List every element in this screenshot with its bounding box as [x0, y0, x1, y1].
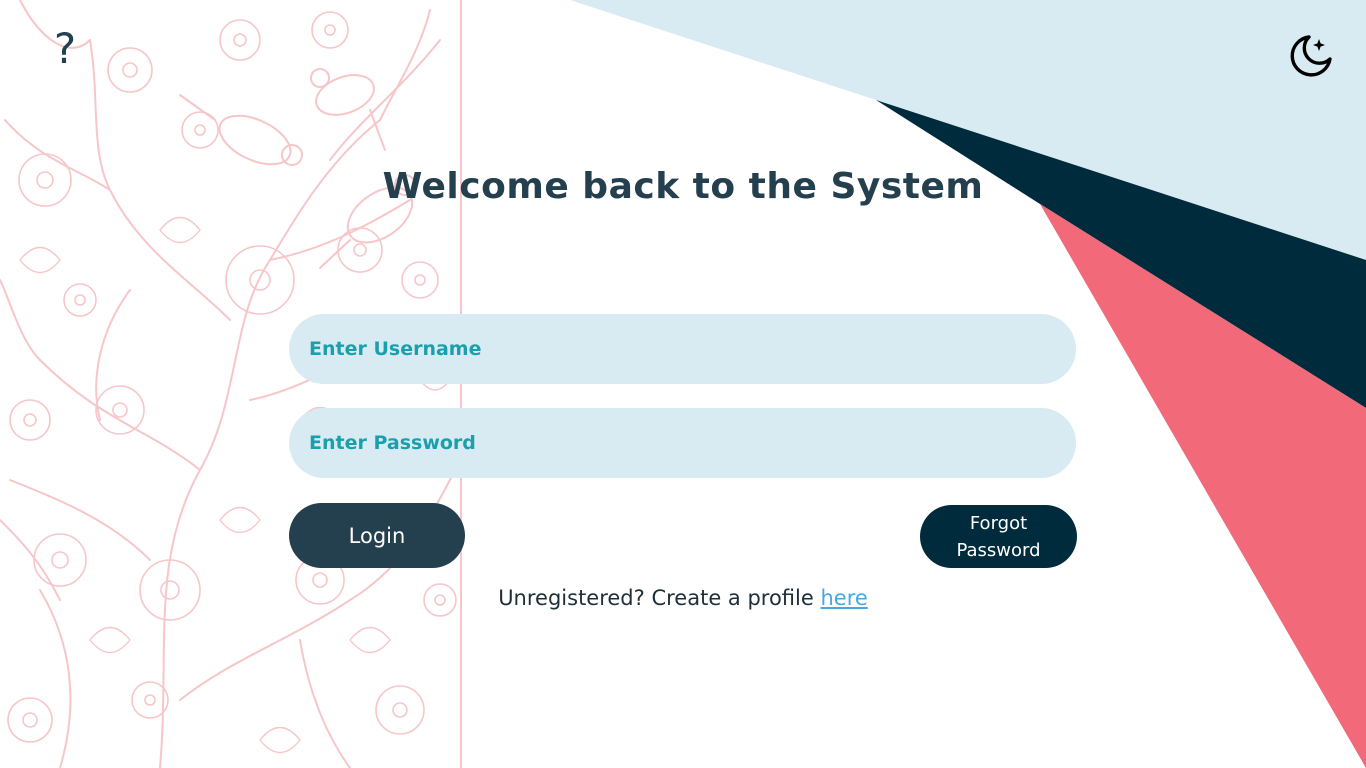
password-input[interactable] — [289, 408, 1076, 478]
floral-illustration — [0, 0, 462, 768]
forgot-label-line2: Password — [956, 539, 1041, 561]
username-input[interactable] — [289, 314, 1076, 384]
register-prefix-text: Unregistered? Create a profile — [498, 586, 821, 610]
forgot-password-button[interactable]: Forgot Password — [920, 505, 1077, 568]
register-link[interactable]: here — [820, 586, 867, 610]
panel-divider — [460, 0, 462, 768]
login-page: ? Welcome back to the System Login Forgo… — [0, 0, 1366, 768]
help-question-icon[interactable]: ? — [50, 24, 80, 74]
register-prompt: Unregistered? Create a profile here — [300, 586, 1066, 610]
page-title: Welcome back to the System — [382, 166, 984, 207]
login-button[interactable]: Login — [289, 503, 465, 568]
forgot-label-line1: Forgot — [969, 512, 1028, 534]
moon-stars-icon[interactable] — [1288, 33, 1334, 79]
